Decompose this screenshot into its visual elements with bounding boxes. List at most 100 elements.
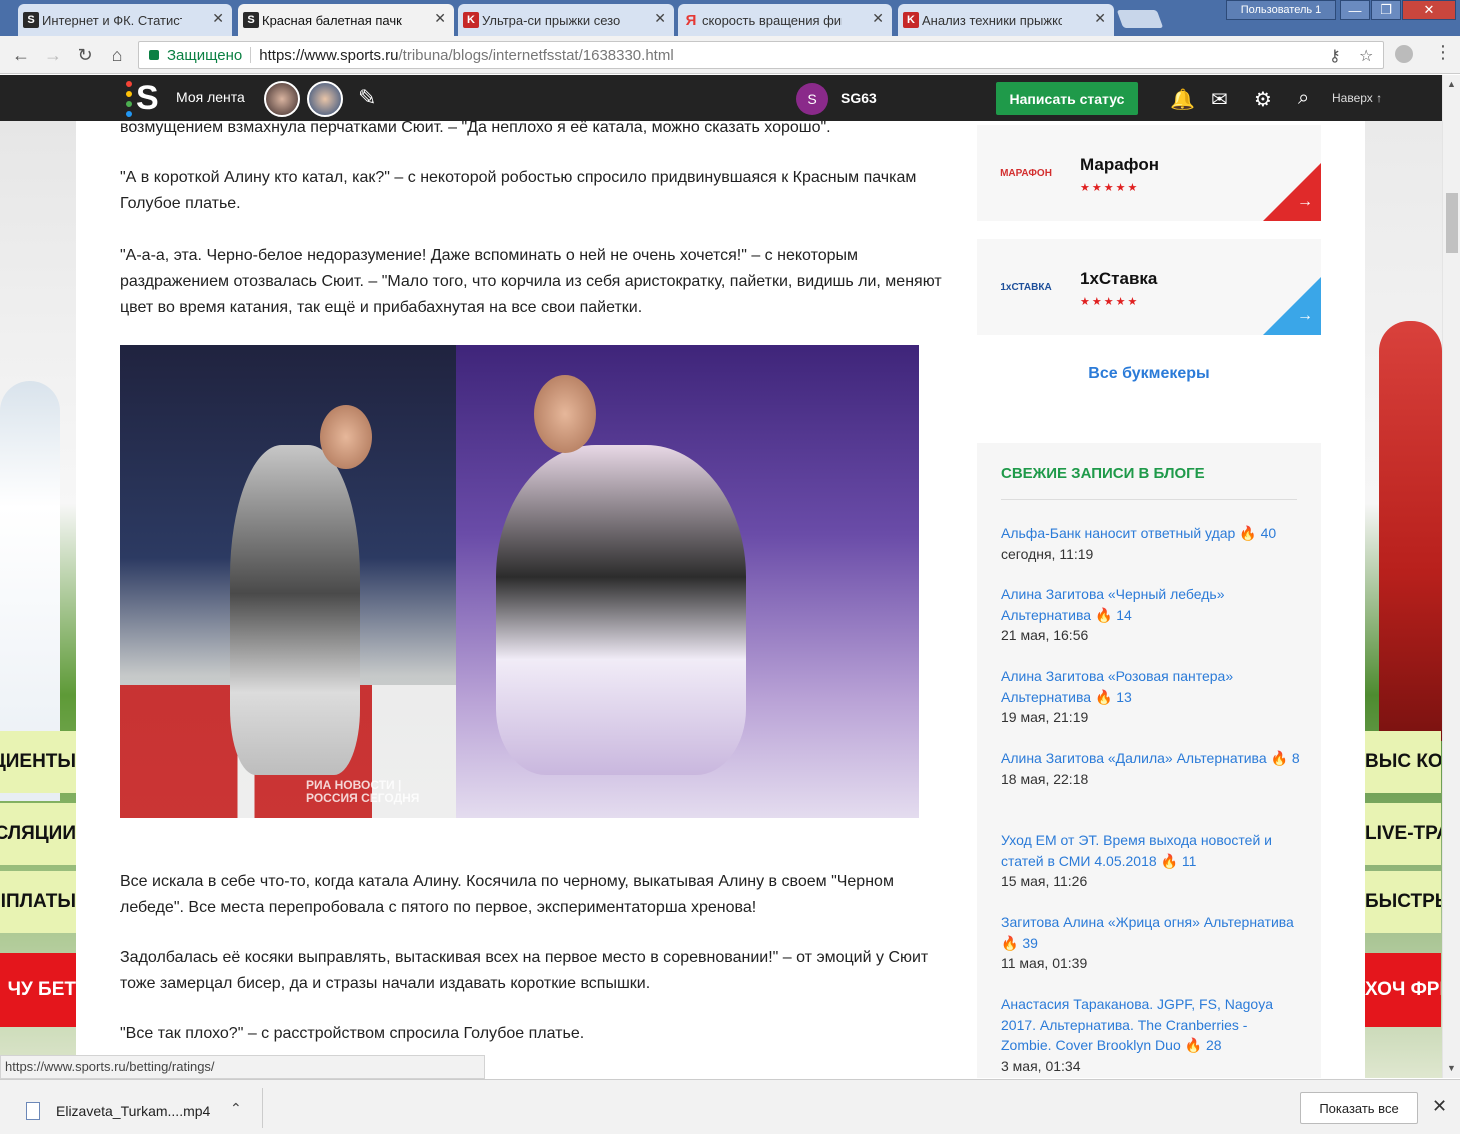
blog-post[interactable]: Загитова Алина «Жрица огня» Альтернатива…: [1001, 912, 1301, 974]
maximize-button[interactable]: ❐: [1371, 0, 1401, 20]
logo-dot: [126, 81, 132, 87]
bookmaker-name: Марафон: [1080, 155, 1159, 174]
blog-post[interactable]: Алина Загитова «Далила» Альтернатива 🔥 8…: [1001, 748, 1301, 789]
post-count: 40: [1260, 525, 1277, 541]
download-file-name[interactable]: Elizaveta_Turkam....mp4: [56, 1103, 210, 1119]
ad-text: БЫСТРЫЕ: [1365, 871, 1441, 933]
post-title[interactable]: Загитова Алина «Жрица огня» Альтернатива: [1001, 914, 1294, 930]
scroll-up-arrow-icon[interactable]: ▲: [1447, 79, 1456, 89]
bookmark-star-icon[interactable]: ☆: [1359, 46, 1373, 66]
bookmaker-corner: [1263, 277, 1321, 335]
skater-head: [320, 405, 372, 469]
ad-banner-left[interactable]: КИЕ ЦИЕНТЫ СЛЯЦИИ ВЫПЛАТЫ ЧУ БЕТ: [0, 121, 76, 1078]
close-window-button[interactable]: ✕: [1402, 0, 1456, 20]
fire-icon: 🔥: [1270, 750, 1288, 766]
minimize-button[interactable]: —: [1340, 0, 1370, 20]
scroll-down-arrow-icon[interactable]: ▼: [1447, 1063, 1456, 1073]
search-icon[interactable]: ⌕: [1298, 87, 1309, 110]
post-title[interactable]: Алина Загитова «Далила» Альтернатива: [1001, 750, 1267, 766]
bell-icon[interactable]: 🔔: [1170, 87, 1195, 112]
tab-3[interactable]: K Ультра-си прыжки сезо ✕: [458, 4, 674, 36]
show-all-downloads-button[interactable]: Показать все: [1300, 1092, 1418, 1124]
avatar[interactable]: [264, 81, 300, 117]
blog-post[interactable]: Алина Загитова «Черный лебедь» Альтернат…: [1001, 584, 1301, 646]
browser-toolbar: ← → ↻ ⌂ Защищено https://www.sports.ru /…: [0, 36, 1460, 74]
fire-icon: 🔥: [1001, 934, 1019, 951]
sports-ru-logo[interactable]: S: [126, 79, 162, 117]
divider: [250, 47, 252, 63]
download-shelf: Elizaveta_Turkam....mp4 ⌃ Показать все ✕: [0, 1079, 1460, 1134]
fire-icon: 🔥: [1184, 1037, 1203, 1053]
tab-close-icon[interactable]: ✕: [654, 10, 666, 27]
vertical-scrollbar[interactable]: ▲ ▼: [1442, 75, 1460, 1078]
tab-title: Анализ техники прыжко: [922, 12, 1062, 28]
tab-2-active[interactable]: S Красная балетная пачка ✕: [238, 4, 454, 36]
tab-close-icon[interactable]: ✕: [212, 10, 224, 27]
post-title[interactable]: Алина Загитова «Черный лебедь» Альтернат…: [1001, 586, 1224, 623]
tab-close-icon[interactable]: ✕: [872, 10, 884, 27]
tab-5[interactable]: K Анализ техники прыжко ✕: [898, 4, 1114, 36]
article-paragraph: Все искала в себе что-то, когда катала А…: [120, 873, 894, 916]
address-bar[interactable]: Защищено https://www.sports.ru /tribuna/…: [138, 41, 1384, 69]
post-title[interactable]: Альфа-Банк наносит ответный удар: [1001, 525, 1235, 541]
url-host: https://www.sports.ru: [259, 46, 399, 64]
back-arrow-icon[interactable]: ←: [10, 44, 32, 66]
write-status-button[interactable]: Написать статус: [996, 82, 1138, 115]
post-title[interactable]: Уход ЕМ от ЭТ. Время выхода новостей и с…: [1001, 832, 1272, 869]
ad-text: СЛЯЦИИ: [0, 803, 76, 865]
skater-figure: [496, 445, 746, 775]
close-icon[interactable]: ✕: [1432, 1096, 1447, 1117]
menu-dots-icon[interactable]: ⋮: [1434, 42, 1452, 63]
reload-icon[interactable]: ↻: [74, 44, 96, 66]
favicon-icon: K: [463, 12, 479, 28]
fire-icon: 🔥: [1094, 606, 1113, 623]
blog-post[interactable]: Алина Загитова «Розовая пантера» Альтерн…: [1001, 666, 1301, 728]
tab-1[interactable]: S Интернет и ФК. Статисти ✕: [18, 4, 232, 36]
post-count: 39: [1022, 934, 1038, 951]
ad-text: ВЫС КОЭФФИ: [1365, 731, 1441, 793]
bookmaker-card[interactable]: МАРАФОН Марафон ★★★★★ →: [977, 125, 1321, 221]
extension-icon[interactable]: [1395, 45, 1413, 63]
blog-post[interactable]: Анастасия Тараканова. JGPF, FS, Nagoya 2…: [1001, 994, 1301, 1076]
post-date: 3 мая, 01:34: [1001, 1057, 1081, 1074]
my-feed-link[interactable]: Моя лента: [176, 89, 245, 105]
lock-icon: [149, 50, 159, 60]
blog-post[interactable]: Альфа-Банк наносит ответный удар 🔥 40 се…: [1001, 523, 1301, 564]
post-count: 28: [1205, 1037, 1222, 1053]
forward-arrow-icon[interactable]: →: [42, 44, 64, 66]
home-icon[interactable]: ⌂: [106, 44, 128, 66]
logo-dot: [126, 91, 132, 97]
user-name[interactable]: SG63: [841, 90, 877, 106]
all-bookmakers-link[interactable]: Все букмекеры: [977, 365, 1321, 383]
tab-4[interactable]: Я скорость вращения фиг ✕: [678, 4, 892, 36]
user-avatar[interactable]: S: [796, 83, 828, 115]
ad-banner-right[interactable]: ВЫС КОЭФФИ LIVE-ТРА БЫСТРЫЕ ХОЧ ФРИ: [1365, 121, 1442, 1078]
post-title[interactable]: Анастасия Тараканова. JGPF, FS, Nagoya 2…: [1001, 996, 1273, 1053]
bookmaker-name: 1хСтавка: [1080, 269, 1158, 288]
tab-close-icon[interactable]: ✕: [1094, 10, 1106, 27]
new-tab-button[interactable]: [1116, 10, 1164, 28]
avatar[interactable]: [307, 81, 343, 117]
blog-post[interactable]: Уход ЕМ от ЭТ. Время выхода новостей и с…: [1001, 830, 1301, 892]
profile-button[interactable]: Пользователь 1: [1226, 0, 1336, 20]
photo-right-panel: [456, 345, 919, 818]
back-to-top-link[interactable]: Наверх ↑: [1332, 91, 1382, 105]
file-icon: [26, 1102, 40, 1120]
key-icon[interactable]: ⚷: [1329, 46, 1341, 66]
pencil-icon[interactable]: ✎: [358, 85, 376, 111]
status-bar-url: https://www.sports.ru/betting/ratings/: [0, 1055, 485, 1079]
divider: [1001, 499, 1297, 500]
blog-section-title: СВЕЖИЕ ЗАПИСИ В БЛОГЕ: [1001, 465, 1205, 482]
gear-icon[interactable]: ⚙: [1254, 87, 1272, 112]
tab-close-icon[interactable]: ✕: [434, 10, 446, 27]
mail-icon[interactable]: ✉: [1211, 87, 1228, 112]
post-date: сегодня, 11:19: [1001, 545, 1094, 562]
page-viewport: КИЕ ЦИЕНТЫ СЛЯЦИИ ВЫПЛАТЫ ЧУ БЕТ ВЫС КОЭ…: [0, 75, 1442, 1078]
tab-title: Ультра-си прыжки сезо: [482, 12, 621, 28]
rating-stars: ★★★★★: [1080, 296, 1140, 308]
chevron-up-icon[interactable]: ⌃: [230, 1100, 242, 1117]
scroll-thumb[interactable]: [1446, 193, 1458, 253]
fire-icon: 🔥: [1160, 852, 1178, 869]
bookmaker-card[interactable]: 1хСТАВКА 1хСтавка ★★★★★ →: [977, 239, 1321, 335]
article-paragraph: Задолбалась её косяки выправлять, вытаск…: [120, 949, 929, 992]
